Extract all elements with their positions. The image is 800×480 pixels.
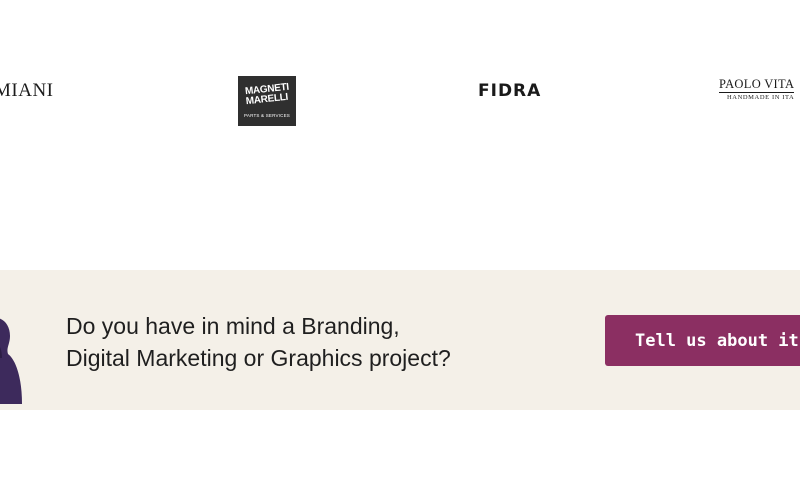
page: MIANI MAGNETI MARELLI PARTS & SERVICES F… bbox=[0, 0, 800, 480]
tell-us-about-it-button[interactable]: Tell us about it bbox=[605, 315, 800, 366]
cta-banner: Do you have in mind a Branding, Digital … bbox=[0, 270, 800, 410]
logo-fidra: FIDRA bbox=[478, 81, 542, 101]
logo-paolo-vitale-name: PAOLO VITA bbox=[719, 77, 795, 93]
client-logos-strip: MIANI MAGNETI MARELLI PARTS & SERVICES F… bbox=[0, 60, 800, 130]
cta-headline-line1: Do you have in mind a Branding, bbox=[66, 313, 400, 339]
cta-headline-line2: Digital Marketing or Graphics project? bbox=[66, 345, 451, 371]
person-illustration bbox=[0, 318, 22, 404]
cta-headline: Do you have in mind a Branding, Digital … bbox=[66, 310, 451, 374]
logo-paolo-vitale: PAOLO VITA HANDMADE IN ITA bbox=[719, 77, 795, 102]
logo-miani: MIANI bbox=[0, 80, 54, 101]
logo-magneti-marelli: MAGNETI MARELLI PARTS & SERVICES bbox=[238, 76, 296, 126]
logo-paolo-vitale-subtitle: HANDMADE IN ITA bbox=[727, 94, 795, 101]
logo-magneti-marelli-subtitle: PARTS & SERVICES bbox=[244, 113, 290, 118]
